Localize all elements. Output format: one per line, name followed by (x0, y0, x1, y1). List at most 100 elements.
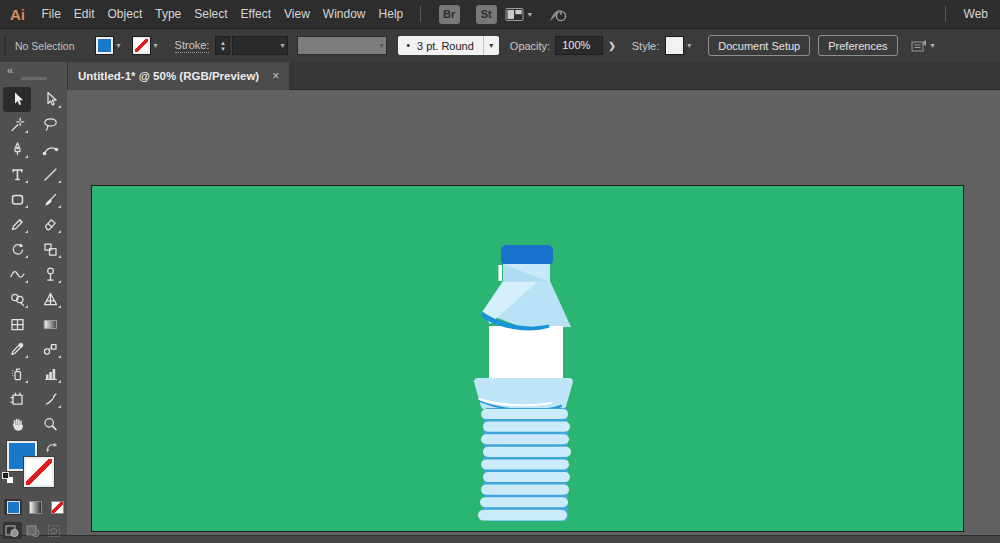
style-label[interactable]: Style: (632, 40, 660, 52)
swap-fill-stroke-icon[interactable] (45, 440, 60, 458)
zoom-tool[interactable] (36, 412, 64, 437)
mesh-tool[interactable] (3, 312, 31, 337)
fill-color-swatch[interactable] (95, 36, 114, 55)
color-button[interactable] (4, 499, 22, 515)
stroke-weight-stepper[interactable]: ▲▼ (215, 36, 230, 55)
eyedropper-tool[interactable] (3, 337, 31, 362)
document-tab-bar: Untitled-1* @ 50% (RGB/Preview) × (67, 62, 1000, 90)
selection-tool[interactable] (3, 87, 31, 112)
canvas[interactable] (67, 90, 1000, 535)
menu-select[interactable]: Select (188, 0, 234, 28)
pencil-tool[interactable] (3, 212, 31, 237)
document-tab-title: Untitled-1* @ 50% (RGB/Preview) (78, 70, 259, 82)
menu-help[interactable]: Help (372, 0, 410, 28)
artboard[interactable] (92, 186, 963, 531)
gradient-button[interactable] (26, 499, 44, 515)
column-graph-tool[interactable] (36, 362, 64, 387)
stroke-color-indicator[interactable] (24, 457, 54, 487)
menu-edit[interactable]: Edit (67, 0, 101, 28)
symbol-sprayer-tool[interactable] (3, 362, 31, 387)
collapse-tools-icon[interactable]: « (7, 64, 13, 76)
perspective-grid-tool[interactable] (36, 287, 64, 312)
stroke-chevron-icon[interactable]: ▾ (154, 41, 158, 50)
arrange-documents-icon[interactable] (505, 7, 525, 22)
fill-stroke-indicator (0, 440, 67, 495)
menu-effect[interactable]: Effect (234, 0, 277, 28)
appearance-buttons (4, 499, 67, 515)
magic-wand-tool[interactable] (3, 112, 31, 137)
opacity-label[interactable]: Opacity: (510, 40, 550, 52)
workspace-switcher[interactable]: Web (964, 7, 988, 21)
menu-window[interactable]: Window (316, 0, 372, 28)
menubar-separator (420, 6, 421, 22)
preferences-button[interactable]: Preferences (818, 35, 897, 56)
tools-panel: « (0, 62, 67, 535)
draw-inside-icon[interactable] (45, 522, 64, 539)
artboard-tool[interactable] (3, 387, 31, 412)
menu-view[interactable]: View (278, 0, 317, 28)
eraser-tool[interactable] (36, 212, 64, 237)
gpu-performance-icon[interactable] (547, 5, 569, 24)
bridge-button[interactable]: Br (439, 5, 460, 24)
lasso-tool[interactable] (36, 112, 64, 137)
brush-definition-dropdown[interactable]: ▾ (297, 36, 387, 55)
fill-chevron-icon[interactable]: ▾ (117, 41, 121, 50)
free-transform-tool[interactable] (36, 262, 64, 287)
curvature-tool[interactable] (36, 137, 64, 162)
brush-variable-width-combo[interactable]: • 3 pt. Round ▾ (398, 36, 498, 55)
rotate-tool[interactable] (3, 237, 31, 262)
tools-drag-handle[interactable] (21, 77, 47, 80)
drawing-modes (3, 522, 67, 539)
default-fill-stroke-icon[interactable] (2, 472, 16, 486)
stock-button[interactable]: St (476, 5, 497, 24)
document-setup-button[interactable]: Document Setup (708, 35, 810, 56)
bottle-ribs[interactable] (478, 409, 571, 521)
menu-file[interactable]: File (35, 0, 67, 28)
hand-tool[interactable] (3, 412, 31, 437)
isolate-chevron-icon[interactable]: ▾ (931, 41, 935, 50)
control-bar: No Selection ▾ ▾ Stroke: ▲▼ ▾ ▾ • 3 pt. … (0, 28, 1000, 62)
stroke-color-swatch[interactable] (132, 36, 151, 55)
draw-behind-icon[interactable] (24, 522, 43, 539)
opacity-flyout-icon[interactable]: ❯ (608, 41, 616, 51)
document-tab[interactable]: Untitled-1* @ 50% (RGB/Preview) × (68, 62, 289, 90)
bottle-cap[interactable] (501, 245, 553, 265)
style-swatch[interactable] (665, 36, 684, 55)
rectangle-tool[interactable] (3, 187, 31, 212)
direct-selection-tool[interactable] (36, 87, 64, 112)
gradient-tool[interactable] (36, 312, 64, 337)
menu-object[interactable]: Object (101, 0, 149, 28)
stepper-down-icon[interactable]: ▼ (220, 46, 226, 52)
blend-tool[interactable] (36, 337, 64, 362)
isolate-selected-icon[interactable] (910, 38, 928, 54)
scale-tool[interactable] (36, 237, 64, 262)
none-button[interactable] (48, 499, 66, 515)
pen-tool[interactable] (3, 137, 31, 162)
menu-type[interactable]: Type (149, 0, 188, 28)
arrange-documents-chevron-icon[interactable]: ▾ (528, 10, 532, 19)
slice-tool[interactable] (36, 387, 64, 412)
bottle-label[interactable] (489, 326, 563, 378)
brush-chevron-icon[interactable]: ▾ (379, 41, 383, 50)
menubar-separator-right (945, 6, 946, 22)
style-chevron-icon[interactable]: ▾ (687, 41, 691, 50)
stroke-weight-dropdown[interactable]: ▾ (232, 36, 288, 55)
line-segment-tool[interactable] (36, 162, 64, 187)
shape-builder-tool[interactable] (3, 287, 31, 312)
brush-value: 3 pt. Round (410, 40, 483, 52)
window-bottom-strip (0, 535, 1000, 543)
brush-combo-chevron-icon[interactable]: ▾ (484, 41, 499, 50)
bottle-collar-highlight[interactable] (499, 265, 503, 281)
width-tool[interactable] (3, 262, 31, 287)
tab-close-icon[interactable]: × (272, 69, 279, 83)
paintbrush-tool[interactable] (36, 187, 64, 212)
opacity-input[interactable]: 100% (555, 36, 603, 55)
stroke-label[interactable]: Stroke: (175, 39, 210, 53)
bottle-illustration[interactable] (92, 186, 963, 531)
controlbar-grip[interactable] (4, 36, 6, 56)
stroke-weight-chevron-icon[interactable]: ▾ (280, 41, 284, 50)
selection-status: No Selection (15, 40, 75, 52)
menu-bar: Ai File Edit Object Type Select Effect V… (0, 0, 1000, 28)
type-tool[interactable] (3, 162, 31, 187)
draw-normal-icon[interactable] (3, 522, 22, 539)
